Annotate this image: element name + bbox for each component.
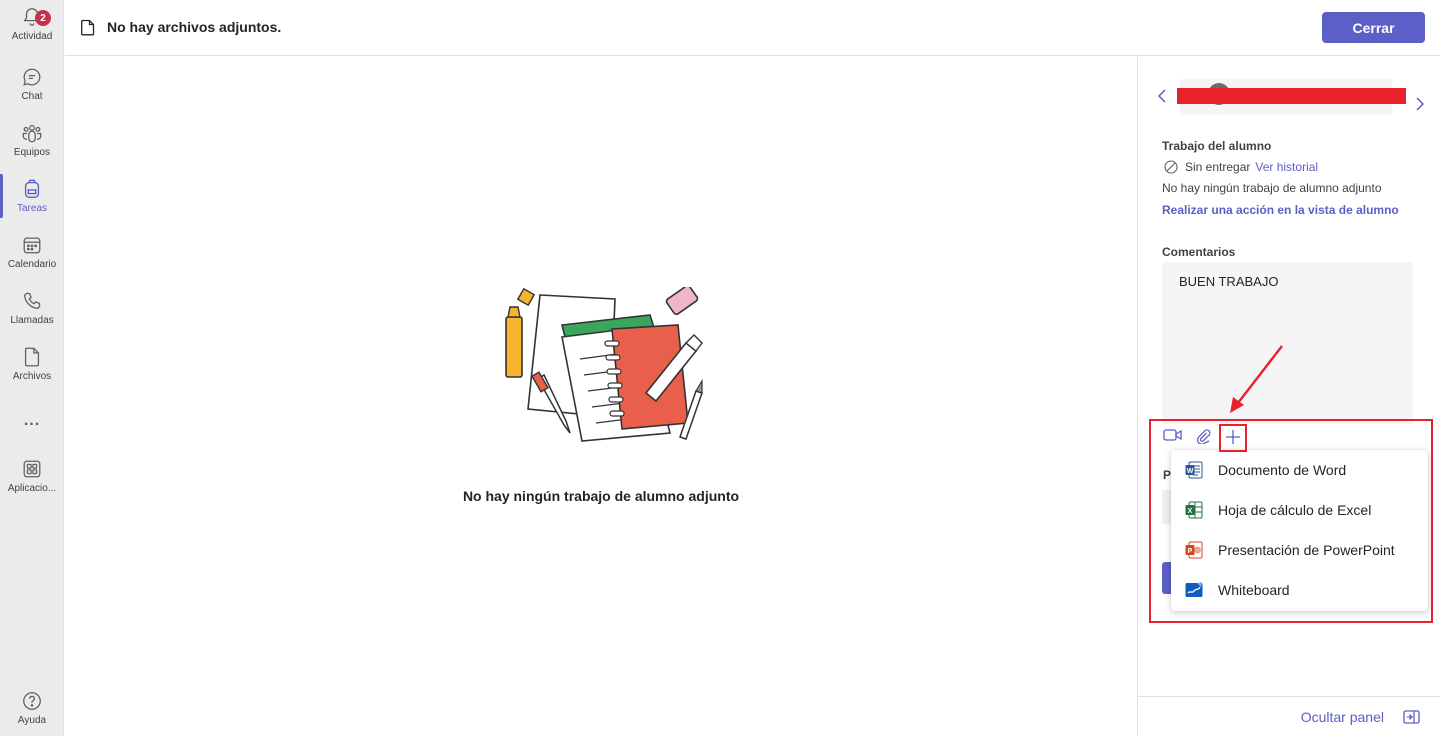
menu-item-label: Hoja de cálculo de Excel bbox=[1218, 502, 1372, 518]
svg-text:X: X bbox=[1188, 508, 1193, 515]
excel-icon: X bbox=[1185, 501, 1203, 519]
powerpoint-icon: P bbox=[1185, 541, 1203, 559]
rail-item-calendario[interactable]: Calendario bbox=[0, 234, 64, 290]
panel-footer: Ocultar panel bbox=[1137, 696, 1440, 736]
document-icon bbox=[81, 19, 95, 36]
calendar-icon bbox=[23, 237, 41, 254]
comments-heading: Comentarios bbox=[1162, 245, 1236, 259]
close-button[interactable]: Cerrar bbox=[1322, 12, 1425, 43]
student-work-heading: Trabajo del alumno bbox=[1162, 139, 1272, 153]
menu-item-powerpoint[interactable]: P Presentación de PowerPoint bbox=[1171, 530, 1428, 570]
menu-item-excel[interactable]: X Hoja de cálculo de Excel bbox=[1171, 490, 1428, 530]
backpack-icon bbox=[24, 179, 40, 198]
whiteboard-icon bbox=[1185, 582, 1203, 597]
menu-item-label: Documento de Word bbox=[1218, 462, 1347, 478]
redaction-bar bbox=[1177, 88, 1406, 104]
status-text: Sin entregar bbox=[1185, 160, 1251, 174]
rail-item-ayuda[interactable]: Ayuda bbox=[0, 690, 64, 736]
rail-label: Equipos bbox=[13, 147, 51, 158]
rail-label: Ayuda bbox=[17, 715, 47, 726]
attachment-icon[interactable] bbox=[1195, 428, 1211, 444]
empty-state-illustration bbox=[505, 287, 703, 442]
rail-label: Calendario bbox=[7, 259, 57, 270]
help-icon bbox=[23, 692, 41, 710]
svg-text:W: W bbox=[1187, 468, 1194, 475]
menu-item-whiteboard[interactable]: Whiteboard bbox=[1171, 570, 1428, 610]
rail-label: Tareas bbox=[16, 203, 47, 214]
rail-label: Aplicacio... bbox=[7, 483, 57, 494]
hide-panel-button[interactable]: Ocultar panel bbox=[1301, 709, 1384, 725]
student-view-action-link[interactable]: Realizar una acción en la vista de alumn… bbox=[1162, 203, 1399, 217]
notification-badge: 2 bbox=[35, 10, 51, 26]
rail-item-archivos[interactable]: Archivos bbox=[0, 346, 64, 402]
new-file-menu: W Documento de Word X Hoja de cálculo de… bbox=[1171, 450, 1428, 611]
not-submitted-icon bbox=[1164, 160, 1178, 174]
main-content: No hay ningún trabajo de alumno adjunto bbox=[65, 57, 1137, 736]
rail-more-button[interactable]: ... bbox=[0, 404, 64, 438]
app-rail: 2 Actividad Chat Equipos Tareas Calendar… bbox=[0, 0, 64, 736]
video-icon[interactable] bbox=[1163, 428, 1183, 442]
submission-status: Sin entregar Ver historial bbox=[1164, 160, 1318, 174]
rail-label: Actividad bbox=[11, 31, 53, 42]
menu-item-label: Whiteboard bbox=[1218, 582, 1290, 598]
apps-icon bbox=[23, 460, 41, 478]
svg-text:P: P bbox=[1188, 548, 1193, 555]
rail-label: Llamadas bbox=[10, 315, 54, 326]
chevron-right-icon[interactable] bbox=[1416, 97, 1424, 111]
rail-item-llamadas[interactable]: Llamadas bbox=[0, 290, 64, 346]
menu-item-label: Presentación de PowerPoint bbox=[1218, 542, 1395, 558]
rail-label: Archivos bbox=[12, 371, 52, 382]
grading-panel: Trabajo del alumno Sin entregar Ver hist… bbox=[1137, 57, 1440, 736]
rail-item-aplicaciones[interactable]: Aplicacio... bbox=[0, 458, 64, 514]
page-title: No hay archivos adjuntos. bbox=[107, 19, 282, 35]
phone-icon bbox=[24, 292, 41, 309]
rail-item-tareas[interactable]: Tareas bbox=[0, 178, 64, 234]
teams-icon bbox=[22, 125, 42, 143]
no-work-text: No hay ningún trabajo de alumno adjunto bbox=[1162, 181, 1382, 195]
menu-item-word[interactable]: W Documento de Word bbox=[1171, 450, 1428, 490]
rail-label: Chat bbox=[21, 91, 43, 102]
rail-item-equipos[interactable]: Equipos bbox=[0, 122, 64, 178]
empty-state-message: No hay ningún trabajo de alumno adjunto bbox=[462, 488, 740, 504]
collapse-panel-icon[interactable] bbox=[1403, 710, 1420, 724]
view-history-link[interactable]: Ver historial bbox=[1255, 160, 1318, 174]
more-icon: ... bbox=[23, 412, 41, 429]
file-icon bbox=[24, 347, 40, 367]
chevron-left-icon[interactable] bbox=[1158, 89, 1166, 103]
chat-icon bbox=[23, 68, 41, 86]
rail-item-chat[interactable]: Chat bbox=[0, 66, 64, 122]
annotation-add-button-highlight bbox=[1219, 424, 1247, 452]
rail-item-actividad[interactable]: 2 Actividad bbox=[0, 6, 64, 62]
top-bar: No hay archivos adjuntos. Cerrar bbox=[65, 0, 1440, 56]
comment-field[interactable]: BUEN TRABAJO bbox=[1162, 262, 1413, 424]
word-icon: W bbox=[1185, 461, 1203, 479]
points-label: P bbox=[1163, 468, 1172, 482]
